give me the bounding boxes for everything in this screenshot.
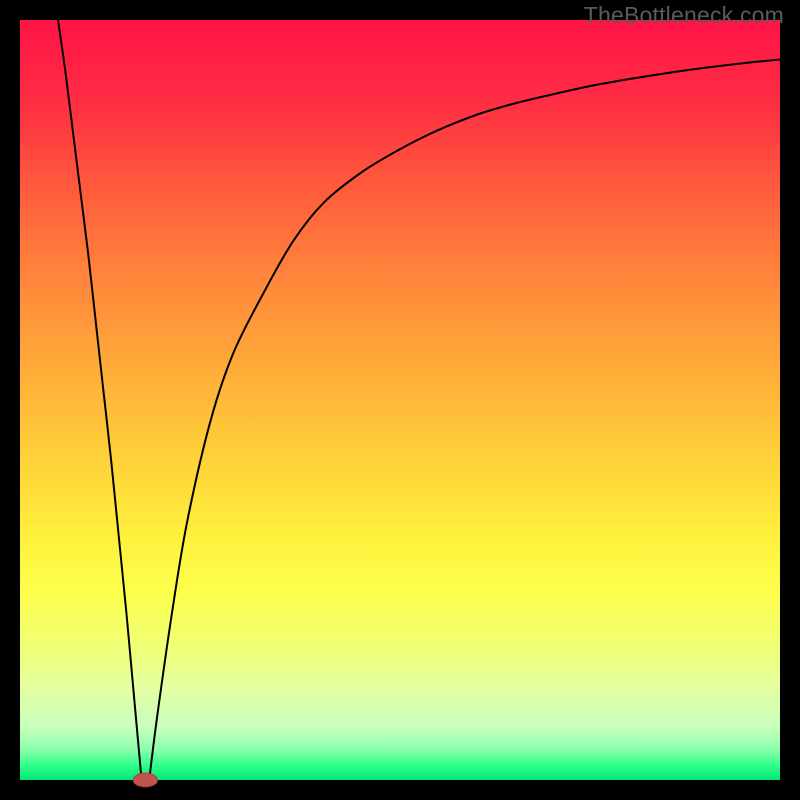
chart-frame: TheBottleneck.com [0, 0, 800, 800]
plot-area [20, 20, 780, 780]
curve-left-branch [58, 20, 142, 780]
curve-right-branch [149, 60, 780, 780]
curve-layer [20, 20, 780, 780]
watermark-text: TheBottleneck.com [584, 2, 784, 29]
min-marker [133, 773, 157, 787]
